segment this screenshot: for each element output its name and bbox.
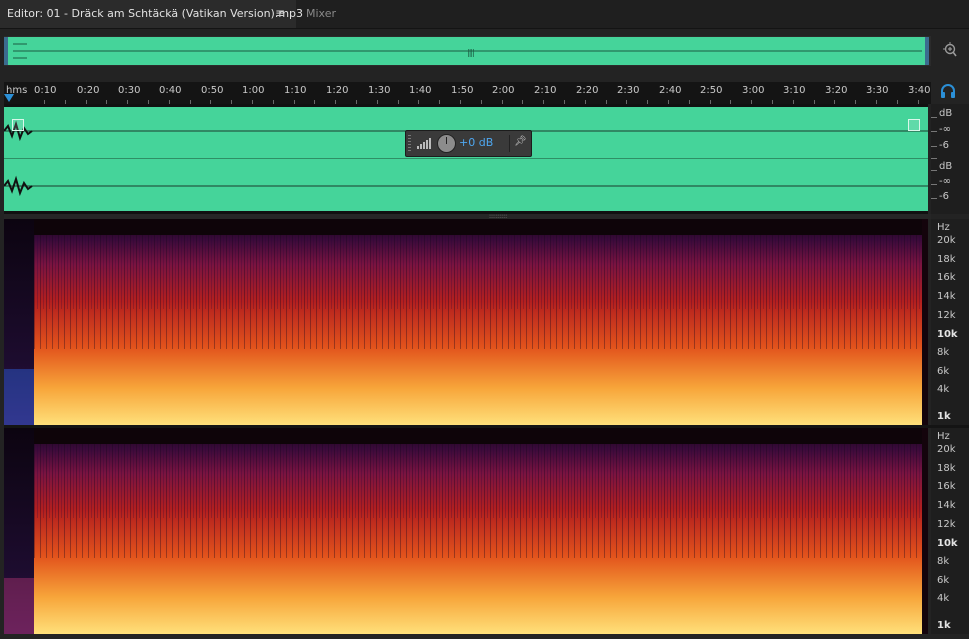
hz-label: 10k: [937, 329, 958, 340]
db-minus6-label: -6: [939, 191, 949, 202]
ruler-label: 0:20: [77, 85, 100, 96]
ruler-label: 0:10: [34, 85, 57, 96]
hz-label: 1k: [937, 620, 951, 631]
hz-scale-left: Hz 20k 18k 16k 14k 12k 10k 8k 6k 4k 1k: [931, 219, 969, 425]
ruler-label: 2:40: [659, 85, 682, 96]
ruler-label: 2:30: [617, 85, 640, 96]
spectrogram-right: [4, 428, 928, 634]
tab-editor[interactable]: Editor: 01 - Dräck am Schtäckä (Vatikan …: [0, 0, 303, 28]
ruler-label: 0:30: [118, 85, 141, 96]
hz-scale-right: Hz 20k 18k 16k 14k 12k 10k 8k 6k 4k 1k: [931, 428, 969, 634]
zoom-in-icon[interactable]: [942, 42, 958, 58]
ruler-label: 3:30: [866, 85, 889, 96]
db-tick: [931, 146, 937, 147]
hz-label: 6k: [937, 575, 950, 586]
hz-label: 1k: [937, 411, 951, 422]
hz-label: 14k: [937, 291, 956, 302]
playhead-marker[interactable]: [4, 94, 14, 102]
overview-waveform: ||||: [7, 37, 928, 65]
ruler-label: 2:00: [492, 85, 515, 96]
overview-left-handle[interactable]: [4, 37, 8, 65]
ruler-label: 2:20: [576, 85, 599, 96]
hz-unit-label: Hz: [937, 431, 950, 442]
db-tick: [931, 131, 937, 132]
db-unit-label: dB: [939, 161, 953, 172]
hz-unit-label: Hz: [937, 222, 950, 233]
hz-label: 20k: [937, 235, 956, 246]
ruler-label: 2:10: [534, 85, 557, 96]
db-scale: dB -∞ -6 dB -∞ -6: [931, 104, 969, 214]
tab-bar: Editor: 01 - Dräck am Schtäckä (Vatikan …: [0, 0, 969, 29]
hz-label: 12k: [937, 519, 956, 530]
db-tick: [931, 117, 937, 118]
hz-label: 20k: [937, 444, 956, 455]
hz-label: 4k: [937, 593, 950, 604]
spectral-display-left[interactable]: [4, 219, 928, 425]
ruler-label: 0:50: [201, 85, 224, 96]
fade-out-handle[interactable]: [908, 119, 920, 131]
db-tick: [931, 184, 937, 185]
db-inf-label: -∞: [939, 176, 951, 187]
tab-editor-label: Editor: 01 - Dräck am Schtäckä (Vatikan …: [7, 7, 304, 20]
db-minus6-label: -6: [939, 140, 949, 151]
overview-navigator[interactable]: ||||: [4, 36, 931, 66]
hz-label: 8k: [937, 347, 950, 358]
hud-separator: [509, 135, 510, 152]
overview-grip-icon[interactable]: ||||: [467, 48, 475, 57]
db-unit-label: dB: [939, 108, 953, 119]
db-tick: [931, 170, 937, 171]
headphones-icon[interactable]: [940, 84, 956, 98]
ruler-label: 3:10: [783, 85, 806, 96]
channel-divider: [4, 158, 928, 159]
db-tick: [931, 198, 937, 199]
hz-label: 6k: [937, 366, 950, 377]
ruler-label: 1:40: [409, 85, 432, 96]
volume-knob-icon[interactable]: [437, 134, 456, 153]
hz-label: 16k: [937, 272, 956, 283]
ruler-label: 1:10: [284, 85, 307, 96]
waveform-trace: [4, 104, 928, 214]
overview-right-handle[interactable]: [925, 37, 929, 65]
hz-label: 14k: [937, 500, 956, 511]
tab-menu-icon[interactable]: ≡: [275, 6, 285, 20]
ruler-label: 3:20: [825, 85, 848, 96]
spectral-display-right[interactable]: [4, 428, 928, 634]
ruler-label: 0:40: [159, 85, 182, 96]
tab-mixer[interactable]: Mixer: [306, 7, 336, 20]
ruler-label: 3:00: [742, 85, 765, 96]
waveform-display[interactable]: [4, 104, 928, 214]
ruler-label: 1:00: [242, 85, 265, 96]
ruler-label: 3:40: [908, 85, 931, 96]
time-ruler[interactable]: hms 0:10 0:20 0:30 0:40 0:50 1:00 1:10 1…: [4, 82, 931, 104]
level-meter-icon: [417, 138, 431, 149]
gain-hud[interactable]: +0 dB 📌︎: [405, 130, 532, 157]
fade-in-handle[interactable]: [12, 119, 24, 131]
hz-label: 12k: [937, 310, 956, 321]
db-tick: [931, 158, 937, 159]
spectrogram-left: [4, 219, 928, 425]
ruler-label: 2:50: [700, 85, 723, 96]
db-inf-label: -∞: [939, 124, 951, 135]
hz-label: 4k: [937, 384, 950, 395]
hz-label: 8k: [937, 556, 950, 567]
hz-label: 16k: [937, 481, 956, 492]
hud-grip-icon[interactable]: [408, 135, 411, 152]
gain-value[interactable]: +0 dB: [459, 136, 493, 149]
ruler-label: 1:50: [451, 85, 474, 96]
hz-label: 18k: [937, 463, 956, 474]
pin-icon[interactable]: 📌︎: [514, 136, 527, 147]
hz-label: 18k: [937, 254, 956, 265]
hz-label: 10k: [937, 538, 958, 549]
ruler-label: 1:20: [326, 85, 349, 96]
ruler-label: 1:30: [368, 85, 391, 96]
